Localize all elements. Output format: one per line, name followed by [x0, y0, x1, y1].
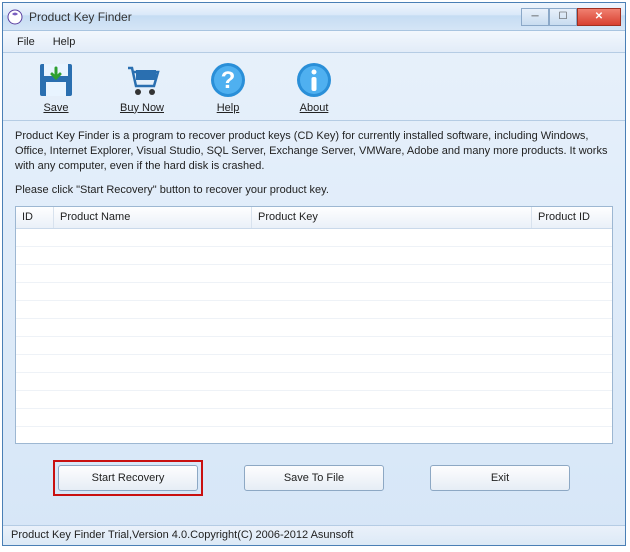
about-label: About	[300, 102, 329, 114]
help-button[interactable]: ? Help	[199, 60, 257, 114]
description-text: Product Key Finder is a program to recov…	[15, 129, 613, 174]
menu-help[interactable]: Help	[45, 34, 84, 50]
table-row	[16, 229, 612, 247]
instruction-text: Please click "Start Recovery" button to …	[15, 184, 613, 196]
save-label: Save	[43, 102, 68, 114]
help-icon: ?	[208, 60, 248, 100]
table-row	[16, 247, 612, 265]
svg-text:?: ?	[221, 67, 236, 94]
buynow-button[interactable]: Buy Now	[113, 60, 171, 114]
table-row	[16, 319, 612, 337]
titlebar[interactable]: Product Key Finder ─ ☐ ✕	[3, 3, 625, 31]
table-row	[16, 409, 612, 427]
menubar: File Help	[3, 31, 625, 53]
close-button[interactable]: ✕	[577, 8, 621, 26]
col-product-id[interactable]: Product ID	[532, 207, 612, 228]
cart-icon	[122, 60, 162, 100]
table-row	[16, 373, 612, 391]
save-button[interactable]: Save	[27, 60, 85, 114]
about-button[interactable]: About	[285, 60, 343, 114]
save-icon	[36, 60, 76, 100]
app-window: Product Key Finder ─ ☐ ✕ File Help Save …	[2, 2, 626, 546]
window-title: Product Key Finder	[29, 10, 521, 24]
info-icon	[294, 60, 334, 100]
col-id[interactable]: ID	[16, 207, 54, 228]
table-row	[16, 391, 612, 409]
minimize-button[interactable]: ─	[521, 8, 549, 26]
table-row	[16, 427, 612, 444]
col-product-key[interactable]: Product Key	[252, 207, 532, 228]
table-header: ID Product Name Product Key Product ID	[16, 207, 612, 229]
content-area: Product Key Finder is a program to recov…	[3, 121, 625, 510]
table-row	[16, 355, 612, 373]
results-table: ID Product Name Product Key Product ID	[15, 206, 613, 444]
exit-button[interactable]: Exit	[430, 465, 570, 491]
window-controls: ─ ☐ ✕	[521, 8, 621, 26]
menu-file[interactable]: File	[9, 34, 43, 50]
app-icon	[7, 9, 23, 25]
start-recovery-highlight: Start Recovery	[53, 460, 203, 496]
table-row	[16, 283, 612, 301]
button-row: Start Recovery Save To File Exit	[15, 444, 613, 506]
table-row	[16, 265, 612, 283]
save-to-file-button[interactable]: Save To File	[244, 465, 384, 491]
maximize-button[interactable]: ☐	[549, 8, 577, 26]
help-label: Help	[217, 102, 240, 114]
statusbar: Product Key Finder Trial,Version 4.0.Cop…	[3, 525, 625, 545]
table-row	[16, 301, 612, 319]
col-product-name[interactable]: Product Name	[54, 207, 252, 228]
buynow-label: Buy Now	[120, 102, 164, 114]
table-body	[16, 229, 612, 444]
start-recovery-button[interactable]: Start Recovery	[58, 465, 198, 491]
table-row	[16, 337, 612, 355]
toolbar: Save Buy Now ? Help About	[3, 53, 625, 121]
